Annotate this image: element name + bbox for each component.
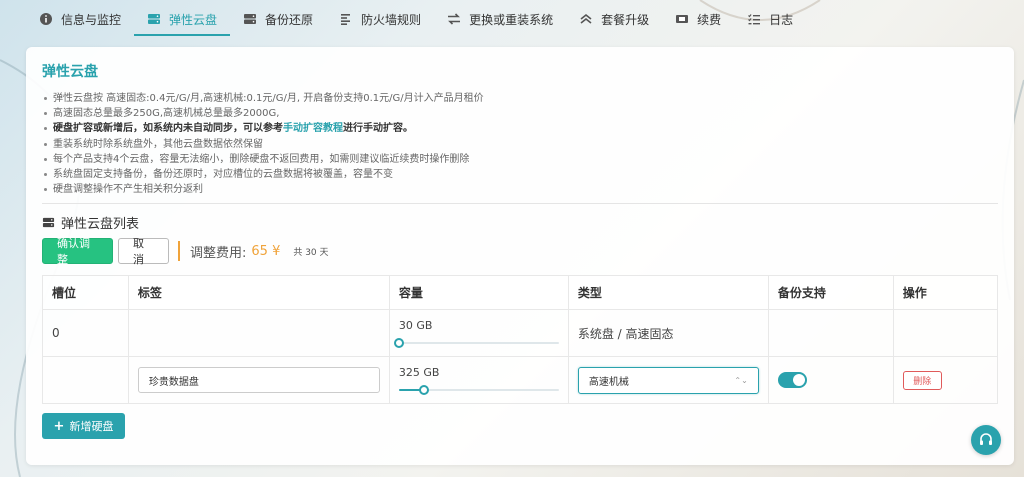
slot-cell: 0 — [42, 309, 129, 357]
confirm-adjust-button[interactable]: 确认调整 — [42, 237, 113, 266]
disk-type-selected: 高速机械 — [588, 376, 629, 388]
note-item: 每个产品支持4个云盘，容量无法缩小，删除硬盘不返回费用，如需则建议临近续费时操作… — [42, 152, 484, 167]
tab-label: 防火墙规则 — [361, 12, 422, 27]
tab-firewall-rules[interactable]: 防火墙规则 — [326, 0, 434, 38]
tab-info-monitor[interactable]: 信息与监控 — [26, 0, 134, 38]
disk-icon — [147, 12, 161, 26]
disk-list-title: 弹性云盘列表 — [42, 213, 139, 232]
toggle-knob — [792, 374, 805, 386]
info-icon — [39, 12, 53, 26]
type-cell: 高速机械 ⌃⌄ — [567, 356, 769, 404]
page-title: 弹性云盘 — [42, 64, 98, 80]
column-header-backup: 备份支持 — [767, 275, 894, 310]
backup-cell — [767, 309, 894, 357]
firewall-list-icon — [339, 12, 353, 26]
tab-log[interactable]: 日志 — [734, 0, 806, 38]
disk-type-select[interactable]: 高速机械 ⌃⌄ — [577, 366, 759, 394]
column-header-slot: 槽位 — [42, 275, 129, 310]
capacity-cell: 30 GB — [388, 309, 569, 357]
note-item: 系统盘固定支持备份，备份还原时，对应槽位的云盘数据将被覆盖，容量不变 — [42, 167, 484, 182]
backup-cell — [767, 356, 894, 404]
capacity-value: 325 GB — [398, 365, 440, 379]
delete-button[interactable]: 删除 — [902, 370, 942, 390]
note-item: 重装系统时除系统盘外，其他云盘数据依然保留 — [42, 137, 484, 152]
tab-label: 套餐升级 — [601, 12, 650, 27]
upgrade-icon — [579, 12, 593, 26]
column-header-capacity: 容量 — [388, 275, 569, 310]
elastic-disk-panel: 弹性云盘 弹性云盘按 高速固态:0.4元/G/月,高速机械:0.1元/G/月, … — [26, 47, 1014, 465]
capacity-value: 30 GB — [398, 318, 433, 332]
capacity-slider[interactable] — [398, 384, 559, 395]
tab-label: 信息与监控 — [61, 12, 122, 27]
column-header-action: 操作 — [892, 275, 999, 310]
slider-track — [398, 341, 559, 344]
slider-thumb[interactable] — [393, 337, 404, 348]
fee-divider — [178, 241, 180, 261]
tab-bar: 信息与监控 弹性云盘 备份还原 防火墙规则 更换或重装系统 套餐升级 续费 日志 — [26, 0, 1014, 38]
tab-label: 更换或重装系统 — [469, 12, 554, 27]
column-header-label: 标签 — [127, 275, 390, 310]
disk-icon — [42, 217, 55, 228]
plus-icon: + — [53, 418, 65, 434]
fee-label: 调整费用: — [190, 245, 247, 261]
type-cell: 系统盘 / 高速固态 — [567, 309, 769, 357]
renew-icon — [675, 12, 689, 26]
note-text: 进行手动扩容。 — [343, 123, 413, 135]
cancel-button[interactable]: 取消 — [118, 237, 169, 266]
label-cell — [127, 309, 390, 357]
tab-label: 备份还原 — [265, 12, 314, 27]
support-headset-button[interactable] — [971, 425, 1001, 455]
notes-list: 弹性云盘按 高速固态:0.4元/G/月,高速机械:0.1元/G/月, 开启备份支… — [42, 91, 484, 197]
tab-label: 日志 — [769, 12, 794, 27]
fee-value: 65 ¥ — [251, 243, 281, 259]
note-item-expand: 硬盘扩容或新增后，如系统内未自动同步，可以参考手动扩容教程进行手动扩容。 — [42, 121, 484, 136]
headset-icon — [980, 433, 992, 445]
add-disk-button[interactable]: + 新增硬盘 — [42, 413, 125, 439]
note-text: 硬盘扩容或新增后，如系统内未自动同步，可以参考 — [53, 123, 283, 135]
tab-elastic-disk[interactable]: 弹性云盘 — [134, 0, 231, 38]
label-cell — [127, 356, 390, 404]
table-header-row: 槽位 标签 容量 类型 备份支持 操作 — [42, 275, 999, 310]
action-cell: 删除 — [892, 356, 999, 404]
note-item: 硬盘调整操作不产生相关积分返利 — [42, 182, 484, 197]
swap-icon — [447, 12, 461, 26]
action-cell — [892, 309, 999, 357]
disk-table: 槽位 标签 容量 类型 备份支持 操作 0 30 GB 系统盘 / 高速固态 珍… — [42, 275, 999, 404]
capacity-slider[interactable] — [393, 337, 559, 348]
backup-icon — [243, 12, 257, 26]
tab-label: 弹性云盘 — [169, 12, 218, 27]
action-bar: 确认调整 取消 调整费用: 65 ¥ 共 30 天 — [42, 237, 329, 266]
column-header-type: 类型 — [567, 275, 769, 310]
slot-cell — [42, 356, 129, 404]
note-item: 高速固态总量最多250G,高速机械总量最多2000G, — [42, 106, 484, 121]
capacity-cell: 325 GB — [388, 356, 569, 404]
tab-plan-upgrade[interactable]: 套餐升级 — [566, 0, 662, 38]
disk-list-title-text: 弹性云盘列表 — [61, 217, 140, 232]
tab-backup-restore[interactable]: 备份还原 — [230, 0, 326, 38]
slider-thumb[interactable] — [419, 384, 430, 395]
tab-reinstall-system[interactable]: 更换或重装系统 — [434, 0, 566, 38]
tab-label: 续费 — [697, 12, 722, 27]
chevron-updown-icon: ⌃⌄ — [734, 375, 748, 385]
disk-label-input[interactable] — [137, 367, 380, 393]
table-row: 325 GB 高速机械 ⌃⌄ — [42, 356, 999, 404]
divider — [42, 203, 998, 204]
table-row: 0 30 GB 系统盘 / 高速固态 — [42, 309, 999, 357]
backup-toggle[interactable] — [777, 372, 807, 388]
log-icon — [747, 12, 761, 26]
note-item: 弹性云盘按 高速固态:0.4元/G/月,高速机械:0.1元/G/月, 开启备份支… — [42, 91, 484, 106]
fee-days: 共 30 天 — [293, 247, 329, 258]
add-disk-label: 新增硬盘 — [69, 420, 114, 433]
tab-renew[interactable]: 续费 — [662, 0, 734, 38]
manual-expand-tutorial-link[interactable]: 手动扩容教程 — [283, 123, 343, 134]
